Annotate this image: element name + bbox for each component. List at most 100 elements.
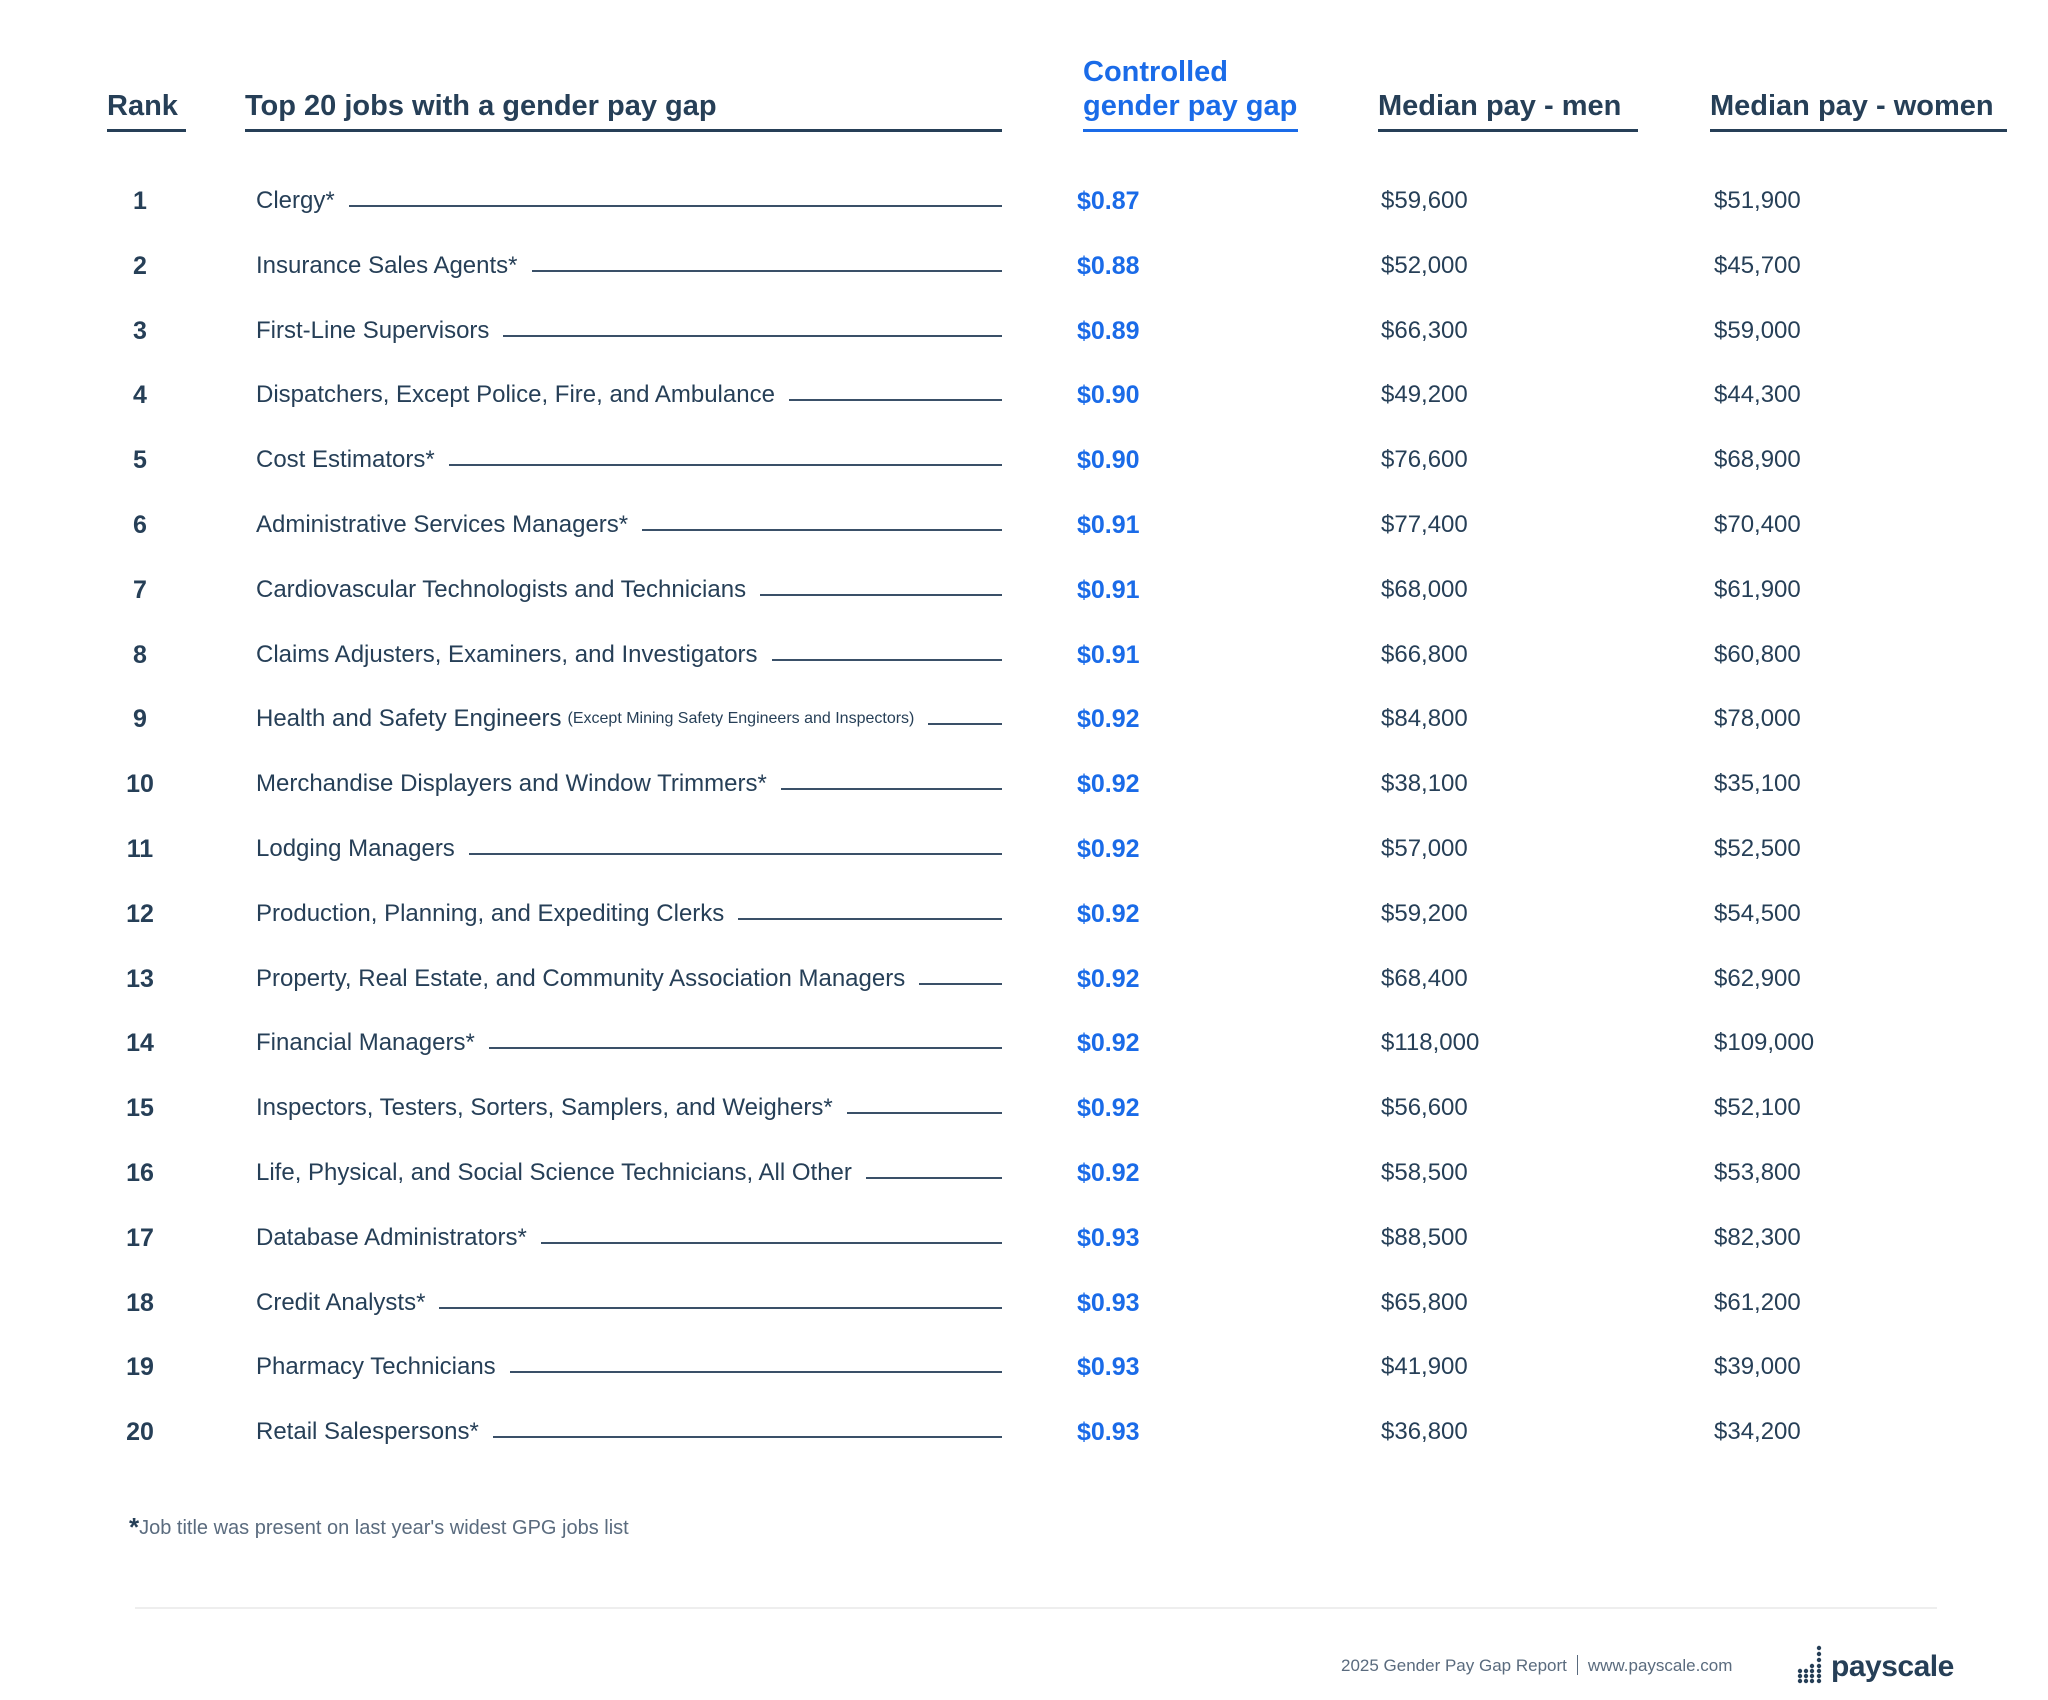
- table-row: 3 First-Line Supervisors $0.89 $66,300 $…: [0, 311, 2048, 351]
- men-pay-cell: $84,800: [1381, 705, 1468, 733]
- women-pay-cell: $70,400: [1714, 511, 1801, 538]
- header-gap-line2: gender pay gap: [1083, 90, 1298, 122]
- job-cell: Insurance Sales Agents*: [256, 246, 1002, 286]
- leader-line: [928, 723, 1002, 726]
- rank-cell: 11: [126, 835, 154, 863]
- header-women-underline: [1710, 129, 2007, 132]
- table-row: 8 Claims Adjusters, Examiners, and Inves…: [0, 635, 2048, 675]
- table-row: 6 Administrative Services Managers* $0.9…: [0, 505, 2048, 545]
- women-pay-cell: $52,500: [1714, 835, 1801, 862]
- job-cell: Pharmacy Technicians: [256, 1347, 1002, 1387]
- rank-cell: 6: [133, 511, 147, 539]
- men-pay-cell: $58,500: [1381, 1159, 1468, 1186]
- women-pay-cell: $45,700: [1714, 251, 1801, 279]
- footnote-text: Job title was present on last year's wid…: [139, 1517, 629, 1539]
- leader-line: [531, 269, 1002, 272]
- leader-line: [509, 1371, 1002, 1374]
- leader-line: [439, 1306, 1002, 1309]
- women-pay-cell: $78,000: [1714, 705, 1801, 733]
- payscale-dots-icon: [1797, 1645, 1822, 1684]
- table-row: 11 Lodging Managers $0.92 $57,000 $52,50…: [0, 829, 2048, 869]
- header-gap-line1: Controlled: [1083, 56, 1228, 88]
- job-title: Cardiovascular Technologists and Technic…: [256, 575, 747, 603]
- rank-cell: 2: [133, 251, 147, 280]
- job-title: Pharmacy Technicians: [256, 1353, 496, 1381]
- job-cell: Retail Salespersons*: [256, 1412, 1002, 1452]
- gap-cell: $0.92: [1077, 1094, 1140, 1123]
- table-row: 9 Health and Safety Engineers (Except Mi…: [0, 699, 2048, 739]
- men-pay-cell: $57,000: [1381, 835, 1468, 862]
- job-title: Dispatchers, Except Police, Fire, and Am…: [256, 381, 775, 409]
- header-women: Median pay - women: [1710, 90, 1994, 122]
- footer-url[interactable]: www.payscale.com: [1588, 1656, 1733, 1675]
- table-row: 18 Credit Analysts* $0.93 $65,800 $61,20…: [0, 1283, 2048, 1323]
- job-title: Insurance Sales Agents*: [256, 251, 518, 279]
- gap-cell: $0.93: [1077, 1288, 1140, 1317]
- rank-cell: 19: [126, 1353, 154, 1382]
- job-cell: Cost Estimators*: [256, 440, 1002, 480]
- header-job-underline: [245, 129, 1002, 132]
- rank-cell: 12: [126, 899, 154, 928]
- header-rank-underline: [107, 129, 186, 132]
- gap-cell: $0.92: [1077, 1029, 1140, 1058]
- job-title: Inspectors, Testers, Sorters, Samplers, …: [256, 1094, 833, 1122]
- women-pay-cell: $59,000: [1714, 316, 1801, 344]
- header-job: Top 20 jobs with a gender pay gap: [245, 90, 717, 122]
- women-pay-cell: $54,500: [1714, 899, 1801, 927]
- job-cell: Inspectors, Testers, Sorters, Samplers, …: [256, 1088, 1002, 1128]
- women-pay-cell: $82,300: [1714, 1223, 1801, 1251]
- job-cell: First-Line Supervisors: [256, 311, 1002, 351]
- women-pay-cell: $68,900: [1714, 446, 1801, 474]
- men-pay-cell: $65,800: [1381, 1288, 1468, 1316]
- men-pay-cell: $76,600: [1381, 446, 1468, 474]
- job-title: Database Administrators*: [256, 1223, 527, 1251]
- gap-cell: $0.92: [1077, 770, 1140, 799]
- job-title: Financial Managers*: [256, 1029, 475, 1057]
- table-row: 19 Pharmacy Technicians $0.93 $41,900 $3…: [0, 1347, 2048, 1387]
- gap-cell: $0.91: [1077, 575, 1140, 604]
- gap-cell: $0.92: [1077, 705, 1140, 734]
- rank-cell: 15: [126, 1094, 154, 1123]
- job-cell: Cardiovascular Technologists and Technic…: [256, 570, 1002, 610]
- women-pay-cell: $61,200: [1714, 1288, 1801, 1316]
- men-pay-cell: $68,400: [1381, 964, 1468, 992]
- gap-cell: $0.90: [1077, 381, 1140, 410]
- header-men-underline: [1378, 129, 1638, 132]
- rank-cell: 4: [133, 381, 147, 410]
- job-title: Retail Salespersons*: [256, 1418, 479, 1446]
- rank-cell: 18: [126, 1288, 154, 1317]
- rank-cell: 16: [126, 1159, 154, 1187]
- leader-line: [348, 205, 1002, 207]
- women-pay-cell: $34,200: [1714, 1418, 1801, 1446]
- men-pay-cell: $49,200: [1381, 381, 1468, 409]
- rank-cell: 8: [133, 640, 147, 669]
- table-row: 14 Financial Managers* $0.92 $118,000 $1…: [0, 1023, 2048, 1063]
- rank-cell: 20: [126, 1418, 154, 1447]
- men-pay-cell: $88,500: [1381, 1223, 1468, 1251]
- table-row: 13 Property, Real Estate, and Community …: [0, 959, 2048, 999]
- footer-divider: [135, 1607, 1937, 1609]
- women-pay-cell: $53,800: [1714, 1159, 1801, 1186]
- job-cell: Database Administrators*: [256, 1218, 1002, 1258]
- rank-cell: 17: [126, 1223, 154, 1252]
- gap-cell: $0.89: [1077, 316, 1140, 345]
- leader-line: [468, 853, 1002, 855]
- leader-line: [642, 529, 1002, 531]
- job-title: Claims Adjusters, Examiners, and Investi…: [256, 640, 758, 668]
- table-row: 15 Inspectors, Testers, Sorters, Sampler…: [0, 1088, 2048, 1128]
- job-cell: Financial Managers*: [256, 1023, 1002, 1063]
- job-cell: Life, Physical, and Social Science Techn…: [256, 1153, 1002, 1193]
- job-cell: Merchandise Displayers and Window Trimme…: [256, 764, 1002, 804]
- women-pay-cell: $35,100: [1714, 770, 1801, 798]
- leader-line: [919, 982, 1002, 985]
- header-gap-underline: [1083, 129, 1298, 132]
- job-cell: Lodging Managers: [256, 829, 1002, 869]
- job-title: Merchandise Displayers and Window Trimme…: [256, 770, 767, 798]
- men-pay-cell: $59,600: [1381, 187, 1468, 214]
- leader-line: [488, 1047, 1002, 1050]
- leader-line: [503, 334, 1002, 337]
- table-row: 2 Insurance Sales Agents* $0.88 $52,000 …: [0, 246, 2048, 286]
- men-pay-cell: $59,200: [1381, 899, 1468, 927]
- table-row: 16 Life, Physical, and Social Science Te…: [0, 1153, 2048, 1193]
- job-title: Clergy*: [256, 187, 335, 214]
